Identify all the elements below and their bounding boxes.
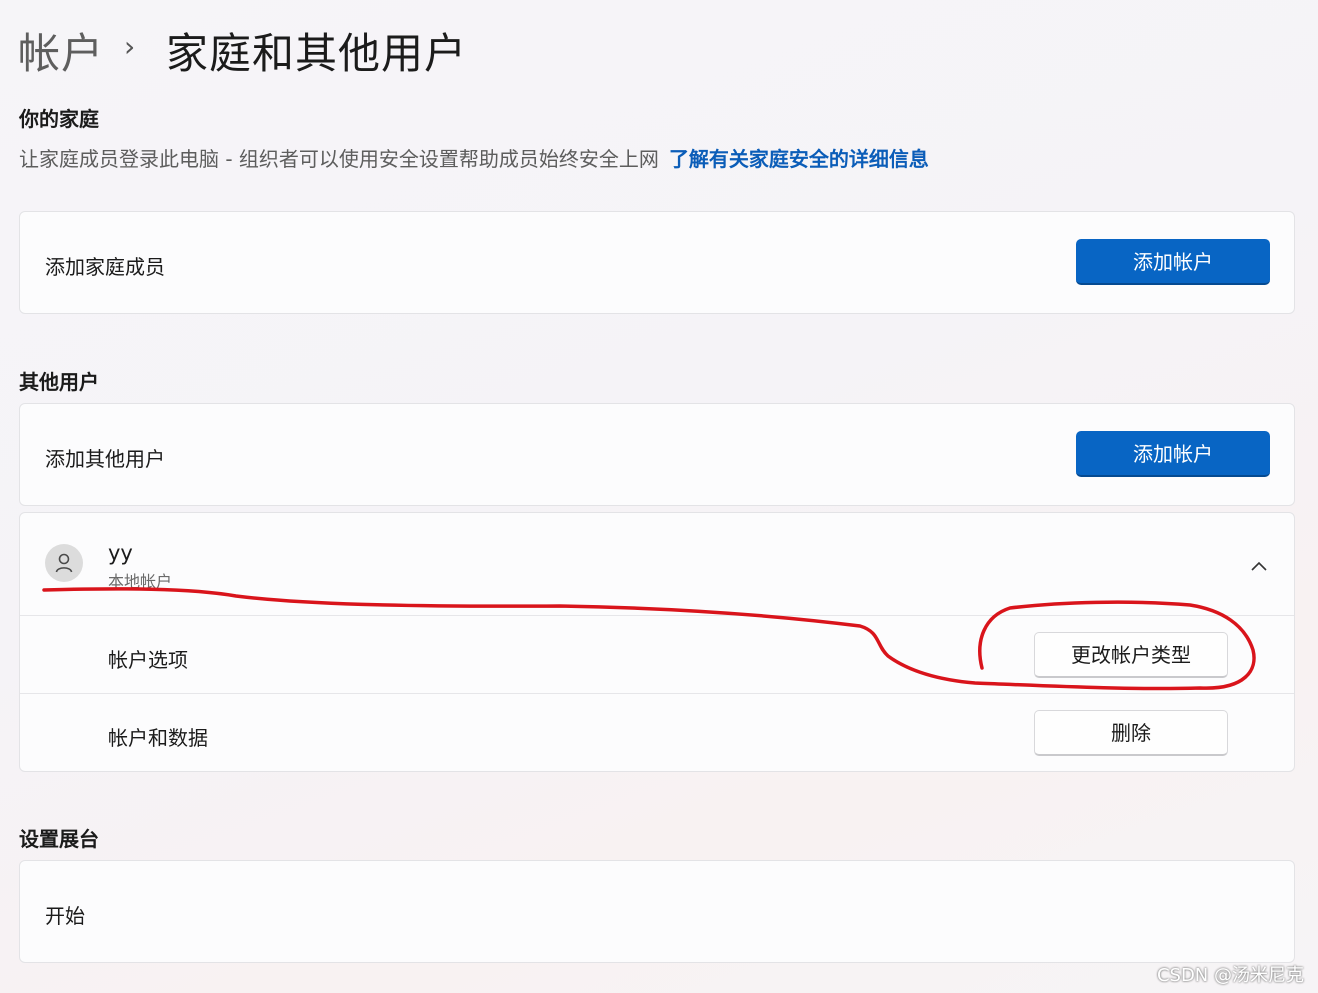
change-account-type-button[interactable]: 更改帐户类型 <box>1034 632 1228 678</box>
account-options-label: 帐户选项 <box>108 648 188 672</box>
breadcrumb-chevron-icon: › <box>124 30 136 63</box>
other-users-heading: 其他用户 <box>19 370 99 394</box>
add-family-member-card: 添加家庭成员 添加帐户 <box>19 211 1295 314</box>
add-family-account-button[interactable]: 添加帐户 <box>1076 239 1270 285</box>
user-avatar-icon <box>45 544 83 582</box>
kiosk-card[interactable]: 开始 <box>19 860 1295 963</box>
kiosk-heading: 设置展台 <box>19 827 99 851</box>
user-name: yy <box>108 541 133 565</box>
breadcrumb-accounts[interactable]: 帐户 <box>18 20 104 81</box>
page-title: 家庭和其他用户 <box>166 29 468 78</box>
family-description-text: 让家庭成员登录此电脑 - 组织者可以使用安全设置帮助成员始终安全上网 <box>19 147 659 171</box>
divider <box>20 693 1294 694</box>
chevron-up-icon[interactable] <box>1250 557 1268 576</box>
user-account-type: 本地帐户 <box>108 572 173 591</box>
user-expander-header[interactable]: yy 本地帐户 <box>20 513 1294 615</box>
account-data-label: 帐户和数据 <box>108 726 208 750</box>
watermark: CSDN @汤米尼克 <box>1156 965 1304 986</box>
add-family-member-label: 添加家庭成员 <box>45 255 165 279</box>
add-other-account-button[interactable]: 添加帐户 <box>1076 431 1270 477</box>
add-other-user-card: 添加其他用户 添加帐户 <box>19 403 1295 506</box>
family-safety-link[interactable]: 了解有关家庭安全的详细信息 <box>669 147 929 171</box>
delete-account-button[interactable]: 删除 <box>1034 710 1228 756</box>
user-expander-card: yy 本地帐户 帐户选项 更改帐户类型 帐户和数据 删除 <box>19 512 1295 772</box>
divider <box>20 615 1294 616</box>
add-other-user-label: 添加其他用户 <box>45 447 165 471</box>
family-description: 让家庭成员登录此电脑 - 组织者可以使用安全设置帮助成员始终安全上网 了解有关家庭… <box>19 143 929 172</box>
family-heading: 你的家庭 <box>19 107 99 131</box>
kiosk-start-label: 开始 <box>45 904 85 928</box>
